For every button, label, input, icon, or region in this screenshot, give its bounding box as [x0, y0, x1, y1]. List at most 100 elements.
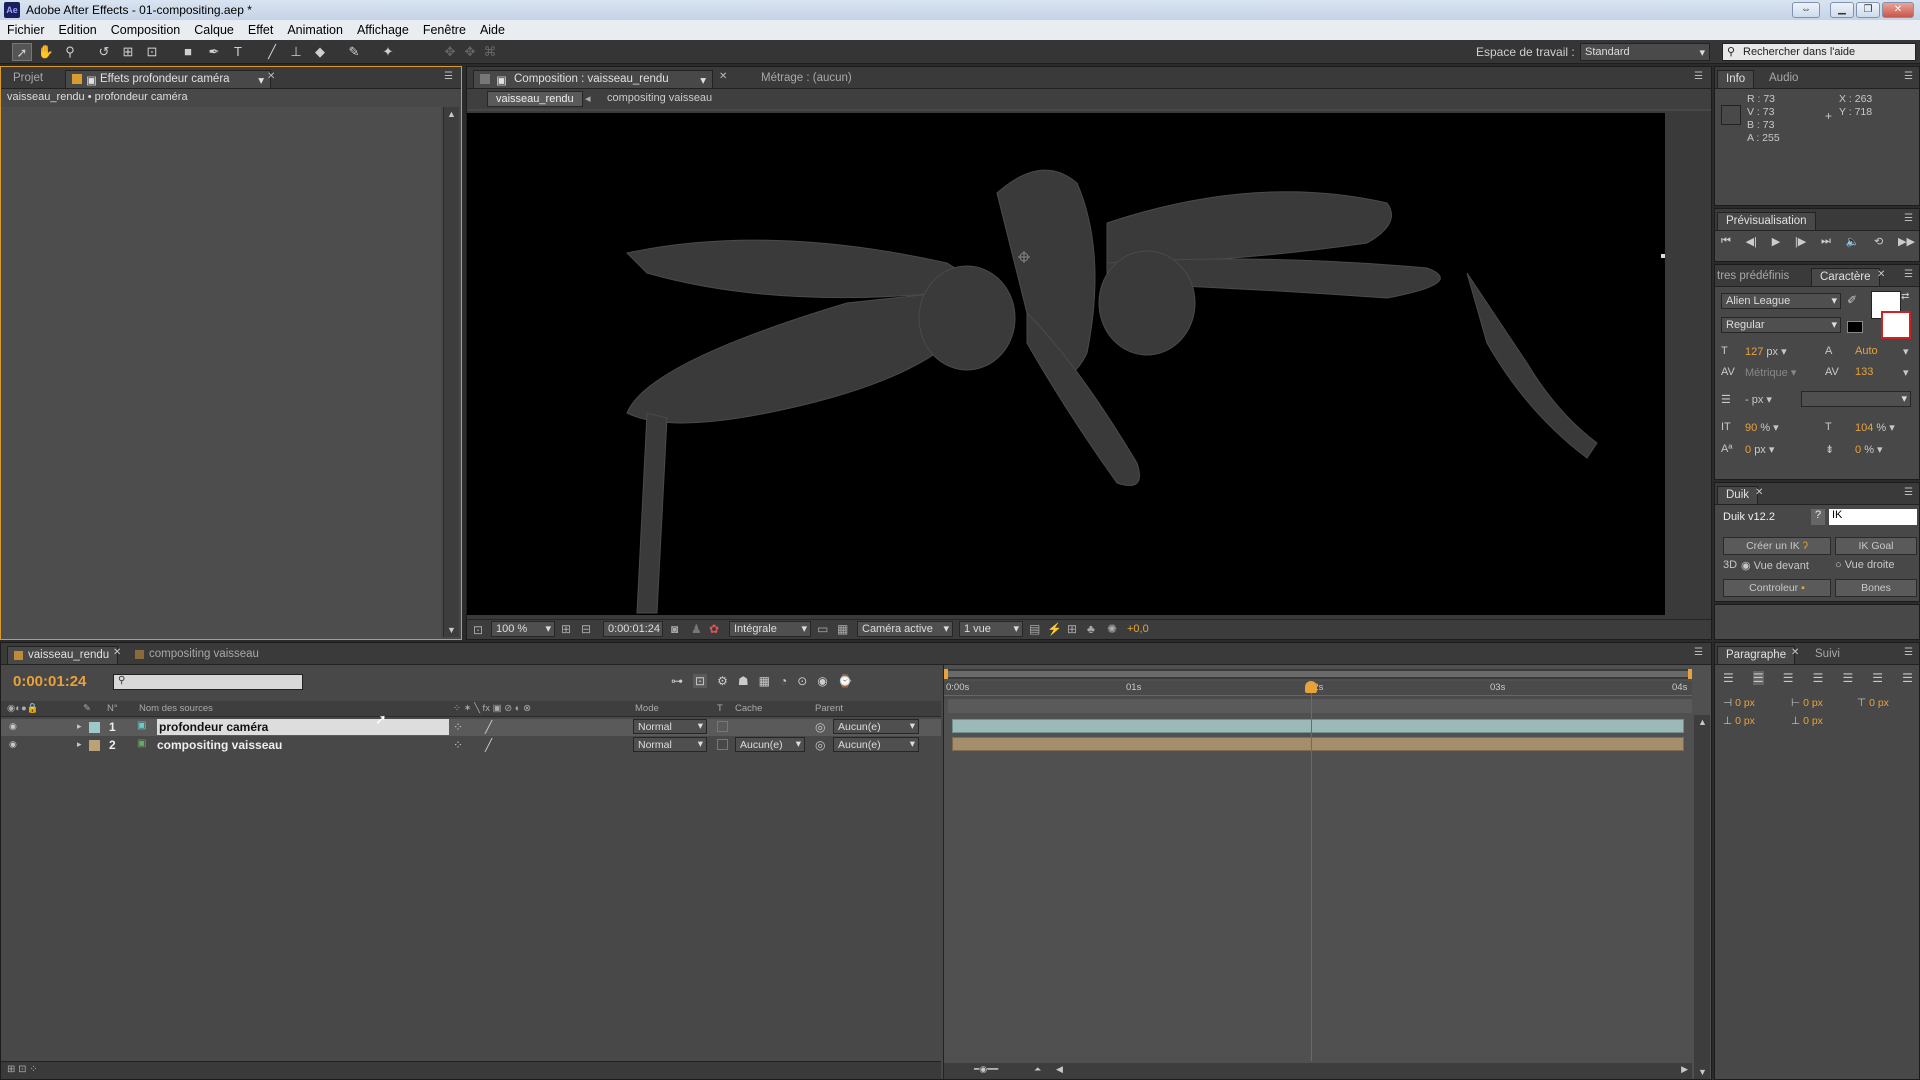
channel-rgb-icon[interactable]: ✿ — [709, 622, 719, 636]
menu-effet[interactable]: Effet — [241, 20, 280, 37]
tab-effects-camera-depth[interactable]: ▣ Effets profondeur caméra ▾ — [65, 70, 271, 88]
indent-right-field[interactable]: ⊢ 0 px — [1791, 697, 1823, 709]
tab-track[interactable]: Suivi — [1807, 646, 1848, 664]
tab-timeline-compositing[interactable]: compositing vaisseau — [129, 646, 267, 664]
scroll-up-icon[interactable]: ▲ — [447, 109, 456, 119]
close-icon[interactable]: ✕ — [267, 71, 275, 82]
tsume-field[interactable]: 0 % ▾ — [1855, 443, 1883, 456]
create-ik-button[interactable]: Créer un IK ʔ — [1723, 537, 1831, 555]
tab-footage[interactable]: Métrage : (aucun) — [743, 70, 943, 88]
mask-visibility-icon[interactable]: ⊟ — [581, 622, 591, 636]
stroke-width-field[interactable]: - px ▾ — [1745, 393, 1772, 406]
chevron-down-icon[interactable]: ▾ — [1903, 345, 1909, 358]
last-frame-icon[interactable]: ⏭ — [1821, 235, 1831, 248]
layer-duration-bar[interactable] — [952, 719, 1684, 733]
tab-info[interactable]: Info — [1717, 70, 1755, 88]
panel-menu-icon[interactable]: ☰ — [1904, 487, 1913, 498]
zoom-tool-icon[interactable]: ⚲ — [60, 43, 80, 61]
layer-name[interactable]: compositing vaisseau — [157, 738, 282, 752]
graph-editor-icon[interactable]: ⊙ — [797, 674, 807, 688]
playhead-line[interactable] — [1304, 681, 1317, 1061]
align-right-icon[interactable]: ☰ — [1783, 671, 1794, 685]
close-button[interactable]: ✕ — [1882, 2, 1914, 18]
time-ruler[interactable]: 0:00s 01s 02s 03s 04s — [944, 681, 1692, 699]
layer-mode-select[interactable]: Normal ▾ — [633, 737, 707, 752]
panel-menu-icon[interactable]: ☰ — [1904, 269, 1913, 280]
time-graph[interactable]: 0:00s 01s 02s 03s 04s ▲ ▼ ━◉━━ ⏶ ◀ ▶ — [943, 665, 1711, 1079]
maximize-button[interactable]: ❐ — [1856, 2, 1880, 18]
font-size-field[interactable]: 127 px ▾ — [1745, 345, 1787, 358]
layer-cache-select[interactable]: Aucun(e) ▾ — [735, 737, 805, 752]
tab-paragraph[interactable]: Paragraphe — [1717, 646, 1796, 664]
brush-tool-icon[interactable]: ╱ — [262, 43, 282, 61]
tab-timeline-vaisseau-rendu[interactable]: vaisseau_rendu — [7, 646, 119, 664]
scroll-right-icon[interactable]: ▶ — [1681, 1064, 1688, 1075]
region-of-interest-icon[interactable]: ▭ — [817, 622, 828, 636]
radio-right-view[interactable]: ○ Vue droite — [1835, 559, 1894, 571]
indent-first-field[interactable]: ⊤ 0 px — [1857, 697, 1889, 709]
scroll-down-icon[interactable]: ▼ — [447, 625, 456, 635]
col-cache[interactable]: Cache — [735, 703, 762, 714]
layer-switches-toggle-icon[interactable]: ⊞ ⊡ ⁘ — [7, 1064, 38, 1075]
rotate-tool-icon[interactable]: ↺ — [94, 43, 114, 61]
col-number[interactable]: N° — [107, 703, 118, 714]
reset-exposure-icon[interactable]: ✺ — [1107, 622, 1117, 636]
baseline-shift-field[interactable]: 0 px ▾ — [1745, 443, 1774, 456]
layer-parent-select[interactable]: Aucun(e) ▾ — [833, 737, 919, 752]
playhead-handle-icon[interactable] — [1304, 681, 1317, 693]
timeline-timecode[interactable]: 0:00:01:24 — [13, 673, 86, 690]
scroll-down-icon[interactable]: ▼ — [1698, 1067, 1707, 1077]
previous-frame-icon[interactable]: ◀| — [1746, 235, 1757, 248]
ram-preview-icon[interactable]: ▶▶ — [1898, 235, 1915, 248]
live-update-icon[interactable]: ⊡ — [693, 674, 708, 688]
tab-composition[interactable]: ▣ Composition : vaisseau_rendu ▾ — [473, 70, 713, 88]
snapshot-camera-icon[interactable]: ◙ — [671, 622, 678, 636]
rectangle-tool-icon[interactable]: ■ — [178, 43, 198, 61]
layer-mode-select[interactable]: Normal ▾ — [633, 719, 707, 734]
timeline-vscroll[interactable]: ▲ ▼ — [1694, 715, 1710, 1079]
brainstorm-icon[interactable]: ◉ — [817, 674, 827, 688]
controller-button[interactable]: Controleur ▪ — [1723, 579, 1831, 597]
leading-field[interactable]: Auto — [1855, 345, 1878, 357]
menu-composition[interactable]: Composition — [104, 20, 187, 37]
menu-fenetre[interactable]: Fenêtre — [416, 20, 473, 37]
font-style-select[interactable]: Regular ▾ — [1721, 317, 1841, 333]
swap-colors-icon[interactable]: ⇄ — [1901, 291, 1909, 302]
justify-all-icon[interactable]: ☰ — [1902, 671, 1913, 685]
chevron-down-icon[interactable]: ▾ — [700, 73, 706, 87]
camera-orbit-icon[interactable]: ⊞ — [118, 43, 138, 61]
panel-menu-icon[interactable]: ☰ — [1694, 647, 1703, 658]
axis-world-icon[interactable]: ✥ — [460, 43, 480, 61]
expand-arrow-icon[interactable]: ▸ — [77, 739, 82, 750]
menu-fichier[interactable]: Fichier — [0, 20, 52, 37]
selection-tool-icon[interactable]: ➚ — [12, 43, 32, 61]
comp-viewer[interactable] — [467, 111, 1711, 619]
nav-current-comp[interactable]: vaisseau_rendu — [487, 91, 583, 107]
work-area-start-handle[interactable] — [944, 669, 948, 679]
chevron-down-icon[interactable]: ▾ — [258, 73, 264, 87]
scroll-up-icon[interactable]: ▲ — [1698, 717, 1707, 727]
hand-tool-icon[interactable]: ✋ — [36, 43, 56, 61]
panel-menu-icon[interactable]: ☰ — [1904, 71, 1913, 82]
stroke-color-swatch[interactable] — [1881, 311, 1911, 339]
menu-affichage[interactable]: Affichage — [350, 20, 416, 37]
expand-arrow-icon[interactable]: ▸ — [77, 721, 82, 732]
current-time-field[interactable]: 0:00:01:24 — [603, 621, 663, 637]
space-after-field[interactable]: ⊥ 0 px — [1791, 715, 1823, 727]
align-center-icon[interactable]: ☰ — [1752, 671, 1764, 685]
close-icon[interactable]: ✕ — [1755, 487, 1763, 498]
tracking-field[interactable]: 133 — [1855, 366, 1873, 378]
radio-front-view[interactable]: ◉ Vue devant — [1741, 559, 1809, 572]
tab-project[interactable]: Projet — [5, 70, 51, 88]
col-parent[interactable]: Parent — [815, 703, 843, 714]
safe-zones-icon[interactable]: ⊞ — [561, 622, 571, 636]
pen-tool-icon[interactable]: ✒ — [204, 43, 224, 61]
bones-button[interactable]: Bones — [1835, 579, 1917, 597]
timeline-hscroll[interactable]: ━◉━━ ⏶ ◀ ▶ — [944, 1063, 1692, 1079]
frame-blending-icon[interactable]: ▦ — [759, 674, 770, 688]
tab-audio[interactable]: Audio — [1761, 70, 1806, 88]
camera-view-select[interactable]: Caméra active ▾ — [857, 621, 953, 637]
duik-help-button[interactable]: ? — [1811, 509, 1825, 525]
menu-edition[interactable]: Edition — [52, 20, 104, 37]
pixel-aspect-icon[interactable]: ▤ — [1029, 622, 1040, 636]
